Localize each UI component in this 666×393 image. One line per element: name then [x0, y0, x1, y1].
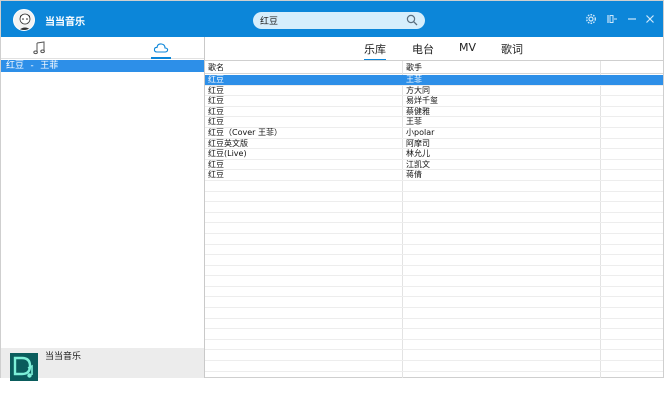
table-row[interactable]: 红豆 蒋倩	[205, 170, 663, 181]
artist-name: 阿摩司	[406, 138, 430, 148]
minimize-icon[interactable]	[626, 13, 638, 25]
table-body: 红豆 王菲 红豆 方大同 红豆 易烊千玺 红豆 蔡健雅 红豆 王菲 红豆（Cov…	[205, 75, 663, 372]
artist-name: 易烊千玺	[406, 96, 438, 106]
sidebar-tabs	[1, 37, 204, 59]
gear-icon[interactable]	[585, 13, 597, 25]
artist-name: 蒋倩	[406, 170, 422, 180]
sidebar: 红豆 - 王菲 当当音乐	[1, 37, 205, 381]
mini-mode-icon[interactable]	[606, 13, 618, 25]
artist-name: 林允儿	[406, 149, 430, 159]
empty-table-row	[205, 223, 663, 234]
table-row[interactable]: 红豆 方大同	[205, 86, 663, 97]
song-table: 歌名 歌手 红豆 王菲 红豆 方大同 红豆 易烊千玺 红豆 蔡健雅 红豆 王菲 …	[205, 60, 663, 378]
music-note-icon[interactable]	[32, 40, 48, 56]
song-title: 红豆	[208, 75, 224, 84]
empty-table-row	[205, 245, 663, 256]
tab-library[interactable]: 乐库	[364, 41, 386, 61]
search-box[interactable]	[253, 12, 425, 29]
tab-mv[interactable]: MV	[459, 41, 476, 54]
empty-table-row	[205, 319, 663, 330]
empty-table-row	[205, 287, 663, 298]
empty-table-row	[205, 276, 663, 287]
empty-table-row	[205, 192, 663, 203]
artist-name: 方大同	[406, 85, 430, 95]
song-title: 红豆	[208, 117, 224, 127]
song-title: 红豆	[208, 96, 224, 106]
table-row[interactable]: 红豆（Cover 王菲） 小polar	[205, 128, 663, 139]
playlist-item[interactable]: 红豆 - 王菲	[1, 60, 204, 72]
empty-table-row	[205, 308, 663, 319]
search-icon[interactable]	[406, 14, 418, 26]
cloud-icon[interactable]	[153, 40, 169, 56]
title-bar: 当当音乐	[1, 1, 663, 37]
player-bar: 当当音乐	[1, 348, 204, 381]
table-header: 歌名 歌手	[205, 61, 663, 74]
avatar[interactable]	[13, 9, 35, 31]
table-row[interactable]: 红豆 王菲	[205, 75, 663, 86]
playlist-item-label: 红豆 - 王菲	[6, 61, 59, 71]
song-title: 红豆	[208, 170, 224, 180]
song-title: 红豆	[208, 85, 224, 95]
empty-rows	[205, 181, 663, 372]
sidebar-tab-indicator	[151, 57, 171, 59]
table-row[interactable]: 红豆(Live) 林允儿	[205, 149, 663, 160]
table-row[interactable]: 红豆 江凯文	[205, 160, 663, 171]
empty-table-row	[205, 340, 663, 351]
tab-radio[interactable]: 电台	[412, 41, 434, 57]
artist-name: 江凯文	[406, 159, 430, 169]
song-title: 红豆（Cover 王菲）	[208, 127, 282, 137]
app-logo	[10, 353, 38, 381]
table-row[interactable]: 红豆 易烊千玺	[205, 96, 663, 107]
artist-name: 蔡健雅	[406, 106, 430, 116]
app-title: 当当音乐	[45, 17, 85, 28]
artist-name: 王菲	[406, 75, 422, 84]
empty-table-row	[205, 234, 663, 245]
empty-table-row	[205, 329, 663, 340]
song-title: 红豆英文版	[208, 138, 248, 148]
empty-table-row	[205, 213, 663, 224]
table-row[interactable]: 红豆英文版 阿摩司	[205, 139, 663, 150]
empty-table-row	[205, 350, 663, 362]
app-window: 当当音乐 红豆 红豆 - 王菲 当当音乐 乐库 电台 MV 歌词 歌名 歌手 红…	[0, 0, 664, 381]
empty-table-row	[205, 181, 663, 192]
empty-table-row	[205, 255, 663, 266]
song-title: 红豆	[208, 106, 224, 116]
column-header-song[interactable]: 歌名	[208, 62, 224, 73]
search-input[interactable]	[260, 13, 400, 28]
artist-name: 小polar	[406, 127, 435, 137]
player-track-name: 当当音乐	[45, 352, 82, 362]
close-icon[interactable]	[644, 13, 656, 25]
empty-table-row	[205, 297, 663, 309]
empty-table-row	[205, 202, 663, 213]
empty-table-row	[205, 266, 663, 277]
artist-name: 王菲	[406, 117, 422, 127]
column-header-artist[interactable]: 歌手	[406, 62, 422, 73]
table-row[interactable]: 红豆 蔡健雅	[205, 107, 663, 118]
tab-lyrics[interactable]: 歌词	[501, 41, 523, 57]
song-title: 红豆(Live)	[208, 149, 247, 159]
main-panel: 乐库 电台 MV 歌词 歌名 歌手 红豆 王菲 红豆 方大同 红豆 易烊千玺 红…	[205, 37, 663, 378]
main-tabs: 乐库 电台 MV 歌词	[205, 37, 663, 61]
song-title: 红豆	[208, 159, 224, 169]
table-row[interactable]: 红豆 王菲	[205, 117, 663, 128]
empty-table-row	[205, 361, 663, 372]
